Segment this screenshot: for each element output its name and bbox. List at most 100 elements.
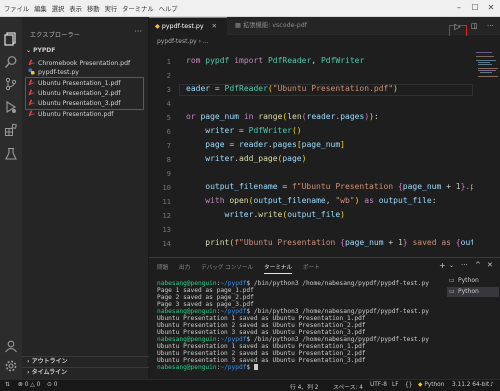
maximize-icon[interactable]: ☐ [468, 2, 482, 14]
menu-help[interactable]: ヘルプ [159, 4, 178, 13]
activity-bar [0, 17, 22, 379]
sidebar-title: エクスプローラー [30, 32, 81, 39]
menu-bar: ファイル 編集 選択 表示 移動 実行 ターミナル ヘルプ [4, 4, 178, 13]
menu-file[interactable]: ファイル [4, 4, 29, 13]
cursor-position[interactable]: 行 4、列 2 [290, 382, 318, 391]
menu-run[interactable]: 実行 [105, 4, 118, 13]
file-item[interactable]: Chromebook Presentation.pdf [28, 59, 146, 68]
language-mode[interactable]: ◆ Python [418, 382, 444, 388]
menu-go[interactable]: 移動 [87, 4, 100, 13]
more-actions-icon[interactable]: ··· [487, 20, 499, 33]
code-line: rom pypdf import PdfReader, PdfWriter [186, 56, 365, 65]
tab-terminal[interactable]: ターミナル [264, 263, 292, 274]
pdf-icon [28, 59, 35, 66]
extension-icon: ▦ [235, 22, 243, 29]
chevron-right-icon: › [27, 369, 30, 376]
line-number: 3 [166, 85, 171, 94]
terminal-icon: ▭ [449, 288, 455, 295]
end-of-line[interactable]: LF [392, 382, 399, 388]
source-control-icon[interactable] [4, 77, 18, 91]
outline-section[interactable]: › アウトライン [22, 356, 149, 367]
notifications-bell-icon[interactable]: ♪ [490, 382, 494, 388]
terminal-instance-label: Python [458, 288, 479, 295]
tab-problems[interactable]: 問題 [157, 263, 168, 271]
explorer-sidebar: エクスプローラー ··· ⌄ PYPDF Chromebook Presenta… [22, 17, 149, 379]
interpreter-version[interactable]: 3.11.2 64-bit [452, 382, 489, 388]
problems-indicator[interactable]: ⊗ 0 △ 0 [18, 382, 40, 388]
more-actions-icon[interactable]: ··· [461, 261, 468, 269]
line-number: 15 [149, 253, 171, 255]
settings-gear-icon[interactable] [4, 359, 18, 373]
code-line: with open(output_filename, "wb") as outp… [205, 196, 437, 205]
tab-label: pypdf-test.py [161, 23, 204, 30]
extensions-icon[interactable] [4, 123, 18, 137]
python-icon: ◆ [155, 23, 162, 30]
terminal-icon: ▭ [449, 277, 455, 284]
menu-terminal[interactable]: ターミナル [122, 4, 153, 13]
terminal-line: nabesang@penguin:~/pypdf$ /bin/python3 /… [157, 280, 429, 287]
file-item[interactable]: Ubuntu Presentation.pdf [28, 110, 146, 119]
breadcrumb[interactable]: pypdf-test.py › ... [149, 36, 500, 47]
add-terminal-icon[interactable]: + [439, 261, 446, 270]
file-item[interactable]: pypdf-test.py [28, 68, 146, 77]
close-panel-icon[interactable]: ✕ [487, 261, 493, 269]
split-editor-icon[interactable]: ◫ [471, 20, 483, 33]
chevron-down-icon[interactable]: ⌄ [449, 262, 454, 269]
title-bar: ファイル 編集 選択 表示 移動 実行 ターミナル ヘルプ – ☐ ✕ [0, 0, 500, 17]
terminal-line: nabesang@penguin:~/pypdf$ /bin/python3 /… [157, 336, 429, 343]
tab-pypdf-test[interactable]: ◆ pypdf-test.py ✕ [149, 17, 227, 35]
line-number: 5 [166, 113, 171, 122]
more-actions-icon[interactable]: ··· [134, 27, 142, 36]
search-icon[interactable] [4, 55, 18, 69]
remote-icon[interactable]: ⇅ [5, 382, 10, 388]
account-icon[interactable] [4, 339, 18, 353]
maximize-panel-icon[interactable]: ^ [475, 261, 481, 269]
pdf-icon [28, 110, 35, 117]
tab-debug-console[interactable]: デバッグ コンソール [201, 263, 253, 271]
code-line: page = reader.pages[page_num] [205, 140, 345, 149]
terminal-line: Page 1 saved as page_1.pdf [157, 287, 254, 294]
menu-view[interactable]: 表示 [69, 4, 82, 13]
menu-selection[interactable]: 選択 [52, 4, 65, 13]
line-number: 9 [166, 169, 171, 178]
ports-indicator[interactable]: ⊙ 0 [47, 382, 57, 388]
ports-icon: ⊙ [47, 382, 52, 388]
tab-ports[interactable]: ポート [303, 263, 320, 271]
status-bar: ⇅ ⊗ 0 △ 0 ⊙ 0 行 4、列 2 スペース: 4 UTF-8 LF {… [0, 379, 500, 391]
terminal-instance[interactable]: ▭ Python [447, 276, 499, 286]
testing-icon[interactable] [4, 147, 18, 161]
encoding[interactable]: UTF-8 [370, 382, 387, 388]
tab-extension-vscode-pdf[interactable]: ▦ 拡張機能: vscode-pdf [229, 17, 349, 35]
terminal-line: nabesang@penguin:~/pypdf$ [157, 364, 258, 371]
explorer-icon[interactable] [4, 32, 18, 46]
file-label: Chromebook Presentation.pdf [38, 60, 131, 67]
timeline-section[interactable]: › タイムライン [22, 367, 149, 378]
code-editor[interactable]: 1 2 3 4 5 6 7 8 9 10 11 12 13 14 15 rom … [149, 47, 473, 255]
terminal-line: Ubuntu Presentation 2 saved as Ubuntu Pr… [157, 322, 366, 329]
errors-count: 0 [24, 382, 29, 388]
language-status[interactable]: {} [405, 382, 412, 388]
indentation[interactable]: スペース: 4 [333, 382, 363, 391]
bottom-panel: 問題 出力 デバッグ コンソール ターミナル ポート + ⌄ ··· ^ ✕ n… [149, 257, 500, 379]
terminal-line: Page 3 saved as page_3.pdf [157, 301, 254, 308]
close-icon[interactable]: ✕ [484, 2, 498, 14]
terminal-cursor [253, 364, 258, 370]
menu-edit[interactable]: 編集 [34, 4, 47, 13]
line-number: 4 [166, 99, 171, 108]
python-icon [28, 68, 35, 75]
tab-output[interactable]: 出力 [179, 263, 190, 271]
line-number: 8 [166, 155, 171, 164]
terminal-line: Ubuntu Presentation 2 saved as Ubuntu Pr… [157, 350, 366, 357]
minimize-icon[interactable]: – [452, 2, 466, 14]
file-label: Ubuntu Presentation.pdf [38, 111, 114, 118]
run-debug-icon[interactable] [4, 100, 18, 114]
terminal-instance[interactable]: ▭ Python [447, 287, 499, 297]
line-number: 12 [162, 211, 171, 220]
close-icon[interactable]: ✕ [212, 23, 217, 30]
line-number: 6 [166, 127, 171, 136]
line-number: 10 [162, 183, 171, 192]
tab-label: 拡張機能: vscode-pdf [242, 22, 307, 29]
folder-pypdf[interactable]: ⌄ PYPDF [26, 47, 55, 54]
minimap[interactable] [473, 47, 500, 255]
code-line: writer.write(output_file) [224, 210, 345, 219]
